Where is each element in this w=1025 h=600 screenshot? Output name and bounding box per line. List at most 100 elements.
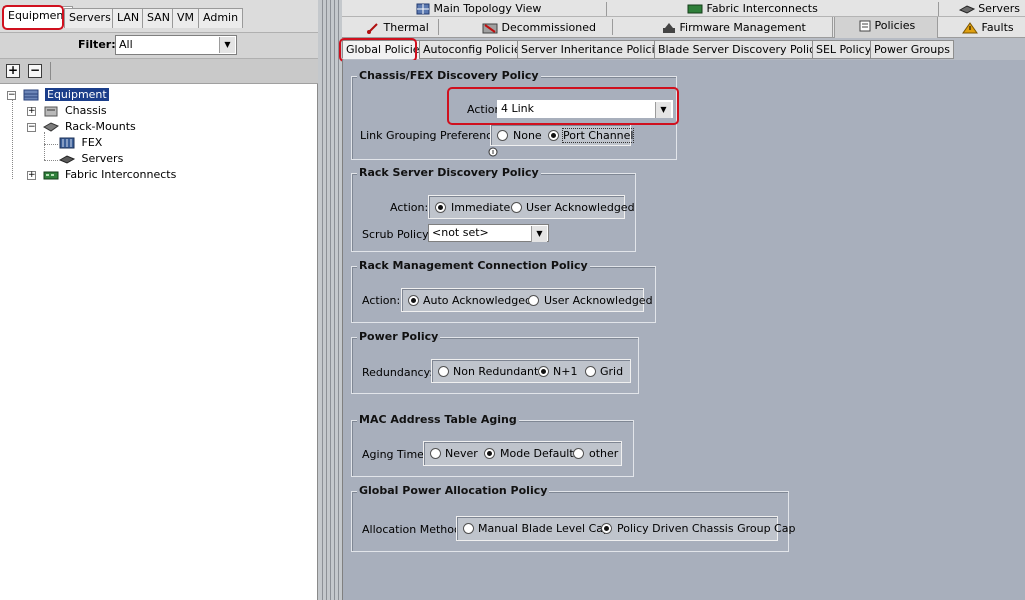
tab-separator	[438, 19, 439, 35]
radio-auto-acknowledged[interactable]	[408, 295, 419, 306]
tree-connector	[44, 144, 58, 145]
power-redundancy-radio-group: Non Redundant N+1 Grid	[431, 359, 631, 383]
tab-label: Policies	[874, 19, 916, 32]
policy-subtab-bar: Global Policies Autoconfig Policies Serv…	[339, 38, 1025, 62]
top-tab-row-2: Thermal Decommissioned Firmware Manageme…	[342, 17, 1025, 38]
rack-discovery-radio-group: Immediate User Acknowledged	[428, 195, 635, 219]
tree-node-label: Fabric Interconnects	[65, 168, 177, 181]
radio-label: Never	[445, 447, 478, 460]
expand-all-button[interactable]: +	[6, 64, 20, 78]
radio-never[interactable]	[430, 448, 441, 459]
tree-node-label: Rack-Mounts	[65, 120, 136, 133]
tree-node-servers[interactable]: Servers	[58, 151, 123, 167]
tab-separator	[606, 2, 607, 16]
tab-fabric-interconnects[interactable]: Fabric Interconnects	[687, 0, 818, 17]
radio-user-acknowledged[interactable]	[511, 202, 522, 213]
tree-node-chassis[interactable]: + Chassis	[27, 103, 107, 119]
radio-none[interactable]	[497, 130, 508, 141]
group-title: Rack Management Connection Policy	[357, 259, 590, 273]
tree-node-fex[interactable]: FEX	[59, 135, 102, 151]
tab-san[interactable]: SAN	[142, 8, 175, 28]
radio-label: User Acknowledged	[526, 201, 635, 214]
radio-label: Non Redundant	[453, 365, 539, 378]
tab-label: Thermal	[383, 21, 429, 34]
tree-node-equipment[interactable]: − Equipment	[7, 87, 109, 103]
tab-decommissioned[interactable]: Decommissioned	[482, 19, 596, 36]
tab-label: Main Topology View	[433, 2, 542, 15]
allocation-method-radio-group: Manual Blade Level Cap Policy Driven Cha…	[456, 516, 795, 541]
group-title: Power Policy	[357, 330, 441, 344]
group-title: Rack Server Discovery Policy	[357, 166, 541, 180]
tab-sel-policy[interactable]: SEL Policy	[812, 40, 876, 59]
rack-mgmt-radio-group: Auto Acknowledged User Acknowledged	[401, 288, 653, 312]
info-icon[interactable]	[488, 147, 498, 157]
tree-node-rack-mounts[interactable]: − Rack-Mounts	[27, 119, 136, 135]
nav-tab-bar: Equipment Servers LAN SAN VM Admin	[0, 0, 318, 32]
radio-label: Mode Default	[500, 447, 574, 460]
group-title: Global Power Allocation Policy	[357, 484, 550, 498]
tree-toolbar: + −	[0, 58, 318, 84]
tab-label: Firmware Management	[679, 21, 806, 34]
decommissioned-icon	[482, 23, 498, 34]
topology-icon	[416, 3, 430, 15]
tab-faults[interactable]: Faults	[962, 19, 1014, 36]
radio-label: Immediate	[451, 201, 511, 214]
tab-main-topology-view[interactable]: Main Topology View	[416, 0, 541, 17]
tab-firmware-management[interactable]: Firmware Management	[662, 19, 806, 36]
tree-node-label: Equipment	[45, 88, 109, 101]
global-policies-tab-highlight	[339, 38, 417, 62]
tab-autoconfig-policies[interactable]: Autoconfig Policies	[419, 40, 531, 59]
link-grouping-label: Link Grouping Preference:	[360, 129, 503, 142]
radio-user-acknowledged[interactable]	[528, 295, 539, 306]
radio-label: Grid	[600, 365, 624, 378]
tab-lan[interactable]: LAN	[112, 8, 145, 28]
tab-vm[interactable]: VM	[172, 8, 200, 28]
chassis-icon	[43, 105, 59, 117]
radio-grid[interactable]	[585, 366, 596, 377]
radio-immediate[interactable]	[435, 202, 446, 213]
tree-node-fabric-interconnects[interactable]: + Fabric Interconnects	[27, 167, 176, 183]
scrub-policy-select[interactable]: <not set> ▼	[428, 224, 549, 242]
radio-manual-blade-level-cap[interactable]	[463, 523, 474, 534]
radio-policy-driven-chassis-group-cap[interactable]	[601, 523, 612, 534]
tab-thermal[interactable]: Thermal	[366, 19, 429, 36]
radio-non-redundant[interactable]	[438, 366, 449, 377]
equipment-icon	[23, 89, 39, 101]
splitter-line	[330, 0, 331, 600]
expand-icon[interactable]: +	[27, 106, 36, 116]
rack-server-discovery-group: Rack Server Discovery Policy Action: Imm…	[351, 166, 636, 252]
tree-connector	[44, 160, 58, 161]
chevron-down-icon[interactable]: ▼	[531, 226, 547, 242]
collapse-icon[interactable]: −	[27, 122, 36, 132]
radio-port-channel[interactable]	[548, 130, 559, 141]
tab-power-groups[interactable]: Power Groups	[870, 40, 954, 59]
tab-blade-server-discovery-policies[interactable]: Blade Server Discovery Policies	[654, 40, 835, 59]
tab-servers-top[interactable]: Servers	[930, 0, 1020, 17]
splitter-line	[322, 0, 323, 600]
fex-icon	[59, 137, 75, 149]
splitter-line	[326, 0, 327, 600]
chevron-down-icon[interactable]: ▼	[219, 37, 235, 53]
filter-row: Filter: All ▼	[0, 32, 318, 58]
equipment-tab-highlight	[2, 5, 64, 30]
tab-admin[interactable]: Admin	[198, 8, 244, 28]
pane-splitter[interactable]	[318, 0, 342, 600]
tree-connector	[12, 100, 13, 179]
allocation-method-label: Allocation Method:	[362, 523, 465, 536]
expand-icon[interactable]: +	[27, 170, 36, 180]
tab-server-inheritance-policies[interactable]: Server Inheritance Policies	[517, 40, 672, 59]
filter-select[interactable]: All ▼	[115, 35, 237, 55]
radio-mode-default[interactable]	[484, 448, 495, 459]
radio-n-plus-1[interactable]	[538, 366, 549, 377]
collapse-all-button[interactable]: −	[28, 64, 42, 78]
tab-policies[interactable]: Policies	[834, 17, 938, 38]
policies-icon	[859, 20, 871, 32]
radio-other[interactable]	[573, 448, 584, 459]
toolbar-divider	[50, 62, 51, 80]
radio-label: other	[589, 447, 619, 460]
mac-address-aging-group: MAC Address Table Aging Aging Time: Neve…	[351, 413, 634, 477]
collapse-icon[interactable]: −	[7, 90, 16, 100]
radio-label: Policy Driven Chassis Group Cap	[617, 522, 796, 535]
radio-label: None	[513, 129, 542, 142]
tab-servers[interactable]: Servers	[64, 8, 116, 28]
